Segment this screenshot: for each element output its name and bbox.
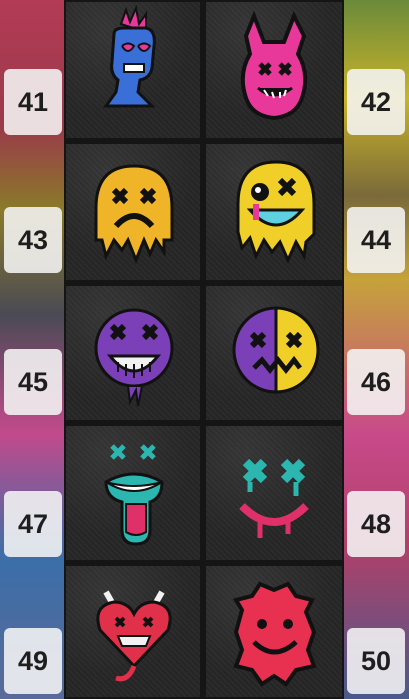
charm-tile-42[interactable] bbox=[206, 2, 342, 138]
skull-flame-icon bbox=[103, 4, 156, 108]
number-badge-44: 44 bbox=[347, 207, 405, 273]
devil-heart-icon bbox=[96, 590, 172, 682]
number-badge-43: 43 bbox=[4, 207, 62, 273]
split-face-icon bbox=[232, 306, 320, 394]
charm-tile-47[interactable] bbox=[66, 426, 200, 560]
number-badge-46: 46 bbox=[347, 349, 405, 415]
number-badge-41: 41 bbox=[4, 69, 62, 135]
devil-smiley-icon bbox=[232, 581, 317, 687]
number-badge-47: 47 bbox=[4, 491, 62, 557]
charm-tile-46[interactable] bbox=[206, 286, 342, 420]
number-badge-48: 48 bbox=[347, 491, 405, 557]
charm-tile-45[interactable] bbox=[66, 286, 200, 420]
bunny-skull-icon bbox=[240, 10, 308, 121]
dripping-sad-face-icon bbox=[94, 164, 174, 265]
melting-face-icon bbox=[236, 160, 316, 264]
tongue-face-icon bbox=[104, 444, 164, 546]
number-badge-42: 42 bbox=[347, 69, 405, 135]
charm-grid bbox=[64, 0, 344, 699]
charm-tile-43[interactable] bbox=[66, 144, 200, 280]
number-badge-50: 50 bbox=[347, 628, 405, 694]
charm-tile-50[interactable] bbox=[206, 566, 342, 697]
charm-tile-48[interactable] bbox=[206, 426, 342, 560]
drip-x-face-icon bbox=[239, 458, 309, 538]
charm-tile-44[interactable] bbox=[206, 144, 342, 280]
purple-skull-face-icon bbox=[94, 308, 174, 407]
number-badge-45: 45 bbox=[4, 349, 62, 415]
number-badge-49: 49 bbox=[4, 628, 62, 694]
charm-tile-41[interactable] bbox=[66, 2, 200, 138]
charm-tile-49[interactable] bbox=[66, 566, 200, 697]
